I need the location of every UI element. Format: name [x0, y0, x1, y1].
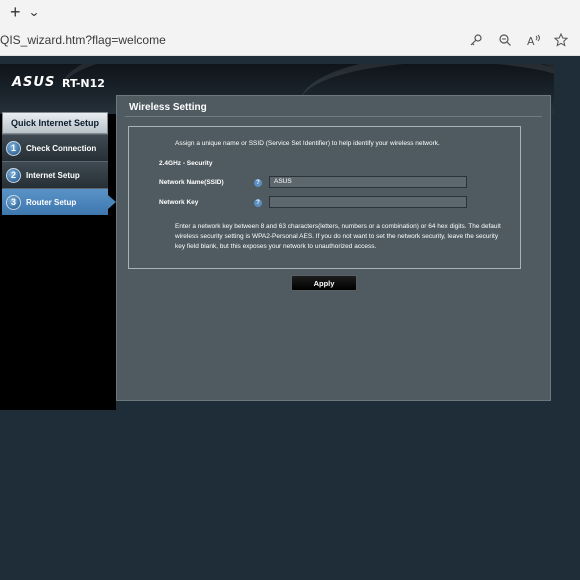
tab-list-chevron-icon[interactable]: ⌄ — [28, 6, 40, 18]
ssid-help-icon[interactable]: ? — [254, 179, 262, 187]
url-text[interactable]: QIS_wizard.htm?flag=welcome — [0, 33, 166, 47]
sidebar-item-label: Check Connection — [26, 143, 97, 153]
new-tab-plus-icon[interactable]: + — [10, 3, 21, 21]
tab-strip: + ⌄ — [0, 0, 580, 24]
sidebar-title: Quick Internet Setup — [2, 112, 108, 134]
favorites-star-icon[interactable] — [551, 30, 571, 50]
network-key-label: Network Key — [159, 199, 199, 206]
sidebar-item-check-connection[interactable]: 1 Check Connection — [2, 134, 108, 161]
zoom-icon[interactable] — [495, 30, 515, 50]
sidebar-item-internet-setup[interactable]: 2 Internet Setup — [2, 161, 108, 188]
step-2-icon: 2 — [6, 167, 21, 183]
read-aloud-icon[interactable]: A — [524, 30, 544, 50]
address-bar: QIS_wizard.htm?flag=welcome A — [0, 24, 580, 56]
network-key-input[interactable] — [269, 196, 467, 208]
step-3-icon: 3 — [6, 194, 21, 210]
network-key-help-icon[interactable]: ? — [254, 199, 262, 207]
key-icon[interactable] — [466, 30, 486, 50]
intro-text: Assign a unique name or SSID (Service Se… — [175, 140, 440, 147]
title-divider — [125, 116, 542, 117]
ssid-label: Network Name(SSID) — [159, 179, 224, 186]
sidebar-item-label: Internet Setup — [26, 170, 80, 180]
sidebar-item-router-setup[interactable]: 3 Router Setup — [2, 188, 116, 215]
svg-text:A: A — [527, 35, 535, 47]
sidebar-item-label: Router Setup — [26, 197, 77, 207]
settings-box: Assign a unique name or SSID (Service Se… — [128, 126, 521, 269]
ssid-input[interactable]: ASUS — [269, 176, 467, 188]
section-heading: 2.4GHz - Security — [159, 160, 213, 167]
step-1-icon: 1 — [6, 140, 21, 156]
asus-logo: ASUS — [12, 75, 56, 90]
router-page: ASUS RT-N12 Quick Internet Setup 1 Check… — [0, 56, 580, 580]
apply-button[interactable]: Apply — [291, 275, 357, 291]
wireless-setting-panel: Wireless Setting Assign a unique name or… — [116, 95, 551, 401]
security-note: Enter a network key between 8 and 63 cha… — [175, 223, 501, 250]
page-title: Wireless Setting — [129, 102, 207, 113]
model-name: RT-N12 — [62, 77, 105, 90]
